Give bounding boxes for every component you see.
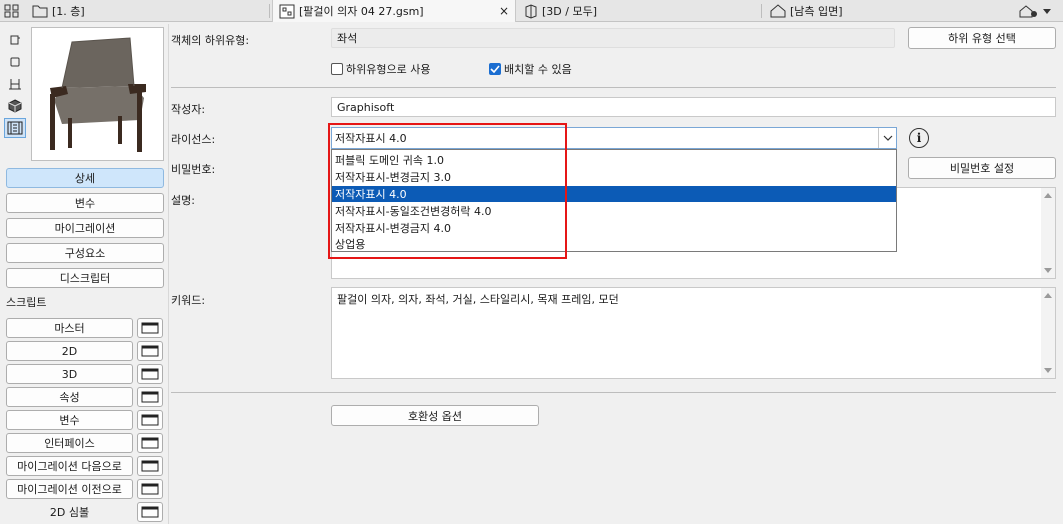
close-icon[interactable]: × [499, 4, 509, 18]
license-selected-value: 저작자표시 4.0 [335, 132, 407, 145]
script-2d-symbol-button[interactable]: 2D 심볼 [6, 502, 133, 522]
tab-label: [남측 입면] [790, 5, 843, 18]
license-option[interactable]: 퍼블릭 도메인 귀속 1.0 [332, 152, 896, 169]
tab-label: [1. 층] [52, 5, 85, 18]
open-window-icon[interactable] [137, 318, 163, 338]
nav-components-button[interactable]: 구성요소 [6, 243, 164, 263]
2d-icon[interactable] [4, 52, 26, 72]
open-window-icon[interactable] [137, 341, 163, 361]
license-option[interactable]: 저작자표시-변경금지 4.0 [332, 219, 896, 236]
script-backward-migration-button[interactable]: 마이그레이션 이전으로 [6, 479, 133, 499]
subtype-field: 좌석 [331, 28, 895, 48]
tab-elevation[interactable]: [남측 입면] [764, 0, 1008, 22]
script-properties-button[interactable]: 속성 [6, 387, 133, 407]
keywords-text: 팔걸이 의자, 의자, 좌석, 거실, 스타일리시, 목재 프레임, 모던 [337, 293, 619, 306]
open-window-icon[interactable] [137, 456, 163, 476]
keywords-label: 키워드: [171, 294, 206, 307]
placeable-checkbox[interactable]: 배치할 수 있음 [489, 61, 572, 77]
keywords-textarea[interactable]: 팔걸이 의자, 의자, 좌석, 거실, 스타일리시, 목재 프레임, 모던 [331, 287, 1056, 379]
object-preview [31, 27, 164, 161]
license-option[interactable]: 상업용 [332, 236, 896, 253]
open-window-icon[interactable] [137, 479, 163, 499]
checkbox-label: 하위유형으로 사용 [346, 63, 431, 76]
side-toolbar [4, 30, 28, 140]
scrollbar[interactable] [1041, 288, 1055, 378]
script-interface-button[interactable]: 인터페이스 [6, 433, 133, 453]
license-option[interactable]: 저작자표시-변경금지 3.0 [332, 169, 896, 186]
open-window-icon[interactable] [137, 502, 163, 522]
script-master-button[interactable]: 마스터 [6, 318, 133, 338]
license-options-list: 퍼블릭 도메인 귀속 1.0 저작자표시-변경금지 3.0 저작자표시 4.0 … [331, 149, 897, 252]
separator [171, 392, 1056, 393]
scroll-up-icon[interactable] [1044, 193, 1052, 198]
script-forward-migration-button[interactable]: 마이그레이션 다음으로 [6, 456, 133, 476]
separator [171, 87, 1056, 88]
checkbox-label: 배치할 수 있음 [504, 63, 572, 76]
open-window-icon[interactable] [137, 433, 163, 453]
nav-parameters-button[interactable]: 변수 [6, 193, 164, 213]
grid-view-icon[interactable] [4, 4, 20, 18]
floor-plan-icon [32, 4, 48, 18]
scroll-down-icon[interactable] [1044, 268, 1052, 273]
tab-label: [3D / 모두] [542, 5, 597, 18]
elevation-icon [770, 4, 786, 18]
script-3d-button[interactable]: 3D [6, 364, 133, 384]
description-label: 설명: [171, 194, 195, 207]
password-label: 비밀번호: [171, 163, 216, 176]
tab-label: [팔걸이 의자 04 27.gsm] [299, 5, 424, 18]
tab-gdl-object[interactable]: [팔걸이 의자 04 27.gsm] × [272, 0, 516, 22]
use-as-subtype-checkbox[interactable]: 하위유형으로 사용 [331, 61, 430, 77]
nav-descriptors-button[interactable]: 디스크립터 [6, 268, 164, 288]
tab-floor-plan[interactable]: [1. 층] [26, 0, 270, 22]
nav-details-button[interactable]: 상세 [6, 168, 164, 188]
checkbox-box[interactable] [331, 63, 343, 75]
scripts-heading: 스크립트 [6, 296, 47, 309]
chair-icon[interactable] [4, 74, 26, 94]
open-window-icon[interactable] [137, 364, 163, 384]
author-label: 작성자: [171, 103, 206, 116]
open-window-icon[interactable] [137, 387, 163, 407]
open-window-icon[interactable] [137, 410, 163, 430]
license-option-selected[interactable]: 저작자표시 4.0 [332, 185, 896, 203]
license-option[interactable]: 저작자표시-동일조건변경허락 4.0 [332, 202, 896, 219]
set-password-button[interactable]: 비밀번호 설정 [908, 157, 1056, 179]
info-icon[interactable]: i [909, 128, 929, 148]
3d-view-icon [524, 3, 538, 19]
checkmark-icon[interactable] [489, 63, 501, 75]
author-field[interactable]: Graphisoft [331, 97, 1056, 117]
script-parameters-button[interactable]: 변수 [6, 410, 133, 430]
parameters-icon[interactable] [4, 118, 26, 138]
gdl-object-icon [279, 4, 295, 19]
compatibility-options-button[interactable]: 호환성 옵션 [331, 405, 539, 426]
subtype-label: 객체의 하위유형: [171, 34, 250, 47]
2d-symbol-icon[interactable] [4, 30, 26, 50]
scroll-down-icon[interactable] [1044, 368, 1052, 373]
armchair-image [50, 37, 146, 152]
select-subtype-button[interactable]: 하위 유형 선택 [908, 27, 1056, 49]
panel-divider [168, 24, 169, 524]
view-options-icon[interactable] [1018, 4, 1051, 18]
chevron-down-icon[interactable] [878, 128, 896, 148]
nav-migration-button[interactable]: 마이그레이션 [6, 218, 164, 238]
script-2d-button[interactable]: 2D [6, 341, 133, 361]
3d-cube-icon[interactable] [4, 96, 26, 116]
tab-bar: [1. 층] [팔걸이 의자 04 27.gsm] × [3D / 모두] [남… [0, 0, 1063, 22]
license-label: 라이선스: [171, 133, 216, 146]
tab-3d-view[interactable]: [3D / 모두] [518, 0, 762, 22]
license-dropdown[interactable]: 저작자표시 4.0 [331, 127, 897, 149]
scroll-up-icon[interactable] [1044, 293, 1052, 298]
scrollbar[interactable] [1041, 188, 1055, 278]
